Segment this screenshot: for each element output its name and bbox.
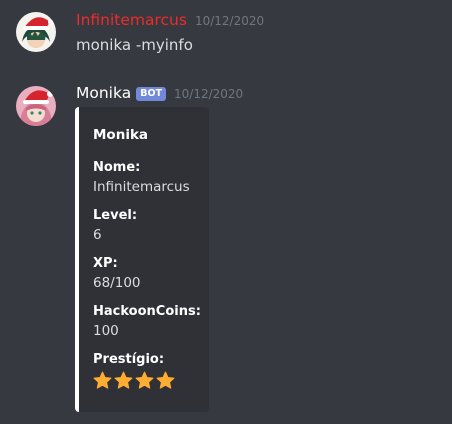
message-content: monika -myinfo xyxy=(76,36,193,54)
embed-author: Monika xyxy=(93,127,149,143)
prestige-stars xyxy=(93,371,209,390)
user-avatar[interactable] xyxy=(16,12,56,52)
embed-field: Nome: Infinitemarcus xyxy=(93,159,209,197)
embed-field: HackoonCoins: 100 xyxy=(93,303,209,341)
embed-field: Level: 6 xyxy=(93,207,209,245)
field-name: Nome: xyxy=(93,160,141,175)
timestamp: 10/12/2020 xyxy=(174,87,244,101)
star-icon xyxy=(156,371,175,389)
timestamp: 10/12/2020 xyxy=(194,14,265,28)
field-name: Prestígio: xyxy=(93,352,165,367)
message-header: Monika BOT 10/12/2020 xyxy=(76,84,243,103)
field-value: Infinitemarcus xyxy=(93,179,190,195)
star-icon xyxy=(93,371,112,389)
pink-hair-santa-avatar-icon xyxy=(16,86,56,126)
field-name: XP: xyxy=(93,256,118,271)
message-header: Infinitemarcus 10/12/2020 xyxy=(76,11,264,29)
star-icon xyxy=(135,371,154,389)
green-hair-santa-avatar-icon xyxy=(16,12,56,52)
field-value: 68/100 xyxy=(93,275,141,291)
star-icon xyxy=(114,371,133,389)
field-name: Level: xyxy=(93,208,138,223)
message-embed: Monika Nome: Infinitemarcus Level: 6 XP:… xyxy=(75,107,209,412)
embed-field-prestige: Prestígio: xyxy=(93,351,209,390)
bot-badge: BOT xyxy=(136,87,167,101)
field-value: 6 xyxy=(93,227,102,243)
embed-field: XP: 68/100 xyxy=(93,255,209,293)
username[interactable]: Monika xyxy=(76,84,131,102)
field-value: 100 xyxy=(93,323,119,339)
username[interactable]: Infinitemarcus xyxy=(76,11,187,29)
field-name: HackoonCoins: xyxy=(93,304,201,319)
bot-avatar[interactable] xyxy=(16,86,56,126)
